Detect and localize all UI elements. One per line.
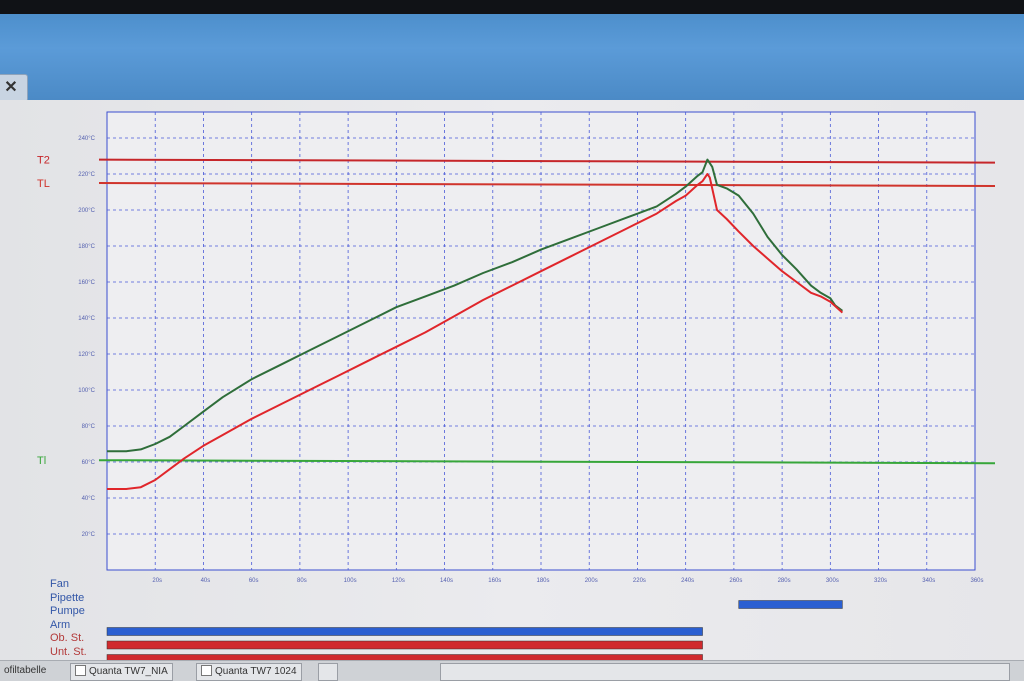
y-tick-label: 160°C bbox=[78, 280, 95, 286]
x-tick-label: 340s bbox=[922, 578, 935, 584]
label-pumpe: Pumpe bbox=[50, 605, 85, 617]
label-pipette: Pipette bbox=[50, 591, 85, 604]
label-unt-st: Unt. St. bbox=[50, 645, 87, 658]
x-axis-ticks: 20s 40s 60s 80s 100s 120s 140s 160s 180s 200s 220s… bbox=[152, 578, 983, 584]
process-bar-pipette bbox=[738, 600, 843, 609]
x-tick-label: 360s bbox=[970, 578, 983, 584]
window-title-bar: ✕ bbox=[0, 14, 1024, 102]
status-field bbox=[440, 663, 1010, 681]
status-tab-profiltabelle[interactable]: ofiltabelle bbox=[0, 663, 50, 679]
label-ob-st: Ob. St. bbox=[50, 632, 85, 644]
status-tab-label: Quanta TW7 1024 bbox=[215, 666, 297, 677]
checkbox-icon[interactable] bbox=[75, 664, 86, 676]
y-tick-label: 240°C bbox=[78, 136, 95, 142]
x-tick-label: 100s bbox=[344, 578, 357, 584]
label-arm: Arm bbox=[50, 618, 71, 631]
process-bar-ob-st bbox=[106, 640, 703, 650]
y-tick-label: 120°C bbox=[78, 352, 95, 358]
status-tab-label: Quanta TW7_NIA bbox=[89, 666, 168, 677]
x-tick-label: 120s bbox=[392, 578, 405, 584]
x-tick-label: 140s bbox=[440, 578, 453, 584]
y-axis-ticks: 20°C 40°C 60°C 80°C 100°C 120°C 140°C 160°C 180°… bbox=[78, 136, 95, 538]
y-tick-label: 180°C bbox=[78, 244, 95, 250]
reference-label-t2: T2 bbox=[37, 155, 50, 167]
x-tick-label: 180s bbox=[536, 578, 549, 584]
temperature-profile-chart: T2 TL Tl 20°C 40°C 60°C 80°C 100°C 120°C 140°C 16… bbox=[37, 111, 996, 660]
status-tab-more[interactable] bbox=[318, 663, 338, 681]
y-tick-label: 200°C bbox=[78, 208, 95, 214]
checkbox-icon[interactable] bbox=[201, 664, 212, 676]
x-tick-label: 280s bbox=[778, 578, 791, 584]
reference-label-tl: Tl bbox=[37, 455, 46, 467]
x-tick-label: 300s bbox=[826, 578, 839, 584]
y-tick-label: 40°C bbox=[82, 496, 96, 502]
y-tick-label: 220°C bbox=[78, 172, 95, 178]
y-tick-label: 60°C bbox=[82, 460, 96, 466]
x-tick-label: 80s bbox=[297, 578, 307, 584]
process-labels: Fan Pipette Pumpe Arm Ob. St. Unt. St. bbox=[50, 578, 87, 659]
monitor-bezel bbox=[0, 0, 1024, 14]
process-bars bbox=[106, 600, 843, 660]
x-tick-label: 160s bbox=[488, 578, 501, 584]
y-tick-label: 140°C bbox=[78, 316, 95, 322]
status-tab-quanta-nia[interactable]: Quanta TW7_NIA bbox=[70, 663, 173, 681]
x-tick-label: 320s bbox=[874, 578, 887, 584]
y-tick-label: 80°C bbox=[82, 424, 96, 430]
x-tick-label: 60s bbox=[249, 578, 259, 584]
close-icon[interactable]: ✕ bbox=[0, 74, 28, 102]
x-tick-label: 200s bbox=[585, 578, 598, 584]
x-tick-label: 260s bbox=[729, 578, 742, 584]
y-tick-label: 100°C bbox=[78, 388, 95, 394]
x-tick-label: 40s bbox=[201, 578, 211, 584]
reference-label-tl: TL bbox=[37, 178, 50, 190]
status-tab-quanta-1024[interactable]: Quanta TW7 1024 bbox=[196, 663, 302, 681]
process-bar-arm bbox=[106, 627, 703, 636]
x-tick-label: 240s bbox=[681, 578, 694, 584]
chart-grid bbox=[106, 111, 976, 571]
y-tick-label: 20°C bbox=[82, 532, 96, 538]
label-fan: Fan bbox=[50, 578, 69, 590]
x-tick-label: 220s bbox=[633, 578, 646, 584]
status-bar: ofiltabelle Quanta TW7_NIA Quanta TW7 10… bbox=[0, 660, 1024, 681]
x-tick-label: 20s bbox=[152, 578, 162, 584]
